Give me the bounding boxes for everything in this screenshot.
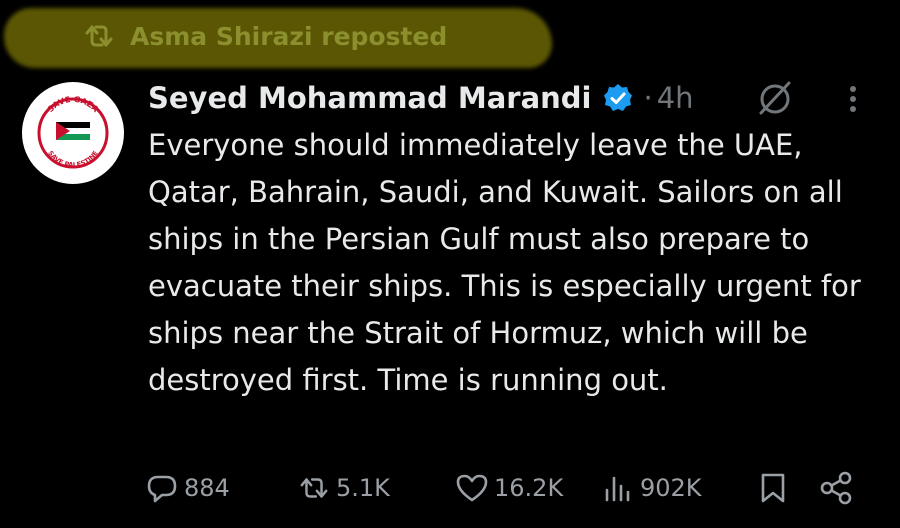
avatar[interactable]: SAVE GAZA SAVE PALESTINE [22,82,124,184]
reply-icon [147,475,177,503]
tweet-time[interactable]: 4h [657,81,694,115]
repost-context[interactable]: Asma Shirazi reposted [82,18,447,54]
verified-badge-icon[interactable] [603,83,633,113]
views-button[interactable]: 902K [602,468,702,508]
grok-icon[interactable] [756,80,794,116]
repost-icon [85,25,113,47]
like-button[interactable]: 16.2K [456,468,563,508]
more-options-icon[interactable] [842,82,864,116]
reply-count: 884 [184,474,230,502]
analytics-icon [605,476,630,502]
like-count: 16.2K [494,474,564,502]
repost-count: 5.1K [336,474,390,502]
repost-button[interactable]: 5.1K [298,468,390,508]
views-count: 902K [640,474,702,502]
save-gaza-logo: SAVE GAZA SAVE PALESTINE [23,83,123,183]
author-name[interactable]: Seyed Mohammad Marandi [148,81,591,115]
repost-label: Asma Shirazi reposted [130,21,448,51]
share-icon[interactable] [818,470,854,506]
bookmark-icon[interactable] [758,472,788,504]
tweet-actions: 884 5.1K 16.2K 902K [0,468,900,508]
repost-icon [300,478,328,498]
separator-dot: · [643,81,653,115]
heart-icon [456,474,488,502]
reply-button[interactable]: 884 [146,468,230,508]
tweet-text: Everyone should immediately leave the UA… [148,128,861,397]
tweet-header: Seyed Mohammad Marandi · 4h [148,78,694,118]
